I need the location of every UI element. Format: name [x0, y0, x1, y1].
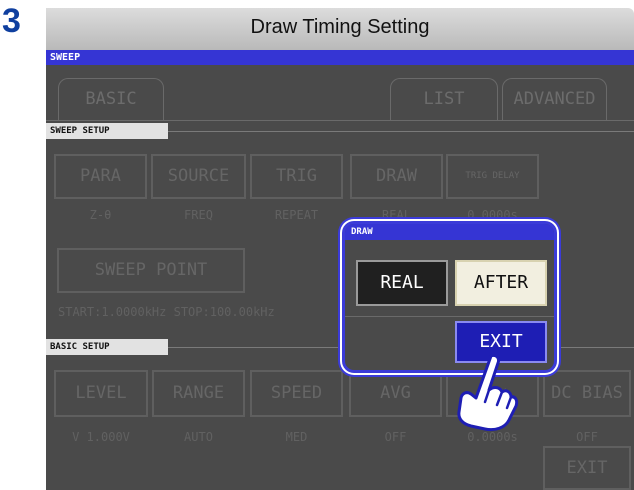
- exit-button[interactable]: EXIT: [543, 446, 631, 490]
- basic-setup-label: BASIC SETUP: [46, 339, 168, 355]
- avg-value: OFF: [384, 430, 407, 444]
- pointing-hand-icon: [457, 354, 519, 432]
- draw-value: REAL: [382, 208, 411, 222]
- speed-value: MED: [285, 430, 308, 444]
- page-title: Draw Timing Setting: [46, 8, 634, 50]
- delay-value: 0.0000s: [467, 430, 518, 444]
- range-value: AUTO: [184, 430, 213, 444]
- dc-bias-button[interactable]: DC BIAS: [543, 370, 631, 417]
- trig-delay-value: 0.0000s: [467, 208, 518, 222]
- mode-bar: SWEEP: [46, 50, 634, 65]
- level-button[interactable]: LEVEL: [54, 370, 148, 417]
- draw-dialog: DRAW REAL AFTER EXIT: [342, 221, 557, 373]
- dialog-title: DRAW: [345, 224, 554, 240]
- draw-button[interactable]: DRAW: [350, 154, 443, 199]
- avg-button[interactable]: AVG: [349, 370, 442, 417]
- real-option-button[interactable]: REAL: [356, 260, 448, 306]
- tab-divider: [46, 120, 634, 121]
- para-value: Z-θ: [89, 208, 112, 222]
- trig-delay-button[interactable]: TRIG DELAY: [446, 154, 539, 199]
- tab-list[interactable]: LIST: [390, 78, 498, 121]
- range-button[interactable]: RANGE: [152, 370, 245, 417]
- tab-basic[interactable]: BASIC: [58, 78, 164, 121]
- after-option-button[interactable]: AFTER: [455, 260, 547, 306]
- step-number: 3: [2, 2, 21, 40]
- tab-advanced[interactable]: ADVANCED: [502, 78, 607, 121]
- sweep-setup-label: SWEEP SETUP: [46, 123, 168, 139]
- dc-bias-value: OFF: [576, 430, 598, 444]
- para-button[interactable]: PARA: [54, 154, 147, 199]
- source-button[interactable]: SOURCE: [151, 154, 246, 199]
- source-value: FREQ: [184, 208, 213, 222]
- trig-value: REPEAT: [274, 208, 319, 222]
- section-divider: [168, 131, 634, 132]
- sweep-point-button[interactable]: SWEEP POINT: [57, 248, 245, 293]
- dialog-divider: [345, 316, 554, 317]
- level-value: V 1.000V: [72, 430, 130, 444]
- sweep-range-text: START:1.0000kHz STOP:100.00kHz: [58, 305, 275, 319]
- speed-button[interactable]: SPEED: [250, 370, 343, 417]
- trig-button[interactable]: TRIG: [250, 154, 343, 199]
